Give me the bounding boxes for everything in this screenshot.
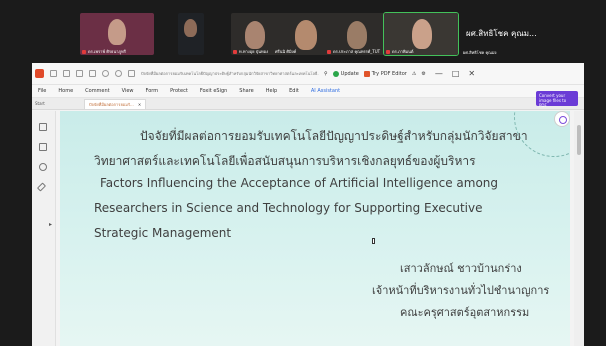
undo-icon[interactable]	[102, 70, 109, 77]
participant-name: ศรีนนิ ศิมิงค์	[275, 49, 297, 54]
document-tab[interactable]: ปัจจัยที่มีผลต่อการยอมรั... ✕	[84, 99, 147, 109]
participant-name-only-tile[interactable]: ผศ.สิทธิโชค คุณม...	[466, 27, 537, 40]
notification-icon[interactable]: ⚠	[412, 71, 416, 77]
document-tab-label: ปัจจัยที่มีผลต่อการยอมรั...	[89, 102, 134, 107]
thai-title-line-1: ปัจจัยที่มีผลต่อการยอมรับเทคโนโลยีปัญญาป…	[140, 129, 528, 143]
foxit-app-icon	[35, 69, 44, 78]
menu-home[interactable]: Home	[58, 88, 73, 94]
author-name: เสาวลักษณ์ ชาวบ้านกร่าง	[400, 262, 522, 275]
english-title-line-3: Strategic Management	[94, 226, 232, 240]
try-pdf-editor-button[interactable]: Try PDF Editor	[363, 70, 407, 77]
vertical-scrollbar[interactable]	[574, 111, 584, 346]
maximize-button[interactable]: □	[452, 69, 460, 78]
english-title-line-1: Factors Influencing the Acceptance of Ar…	[100, 176, 499, 190]
menu-comment[interactable]: Comment	[85, 88, 110, 94]
participant-name: ดร.ประภาส คุณทรรศ์_TUT	[327, 49, 380, 54]
menu-file[interactable]: File	[38, 88, 46, 94]
menu-bar: File Home Comment View Form Protect Foxi…	[32, 85, 584, 98]
start-tab[interactable]: Start	[32, 101, 84, 109]
search-icon[interactable]: ⚲	[324, 71, 328, 77]
document-area: ▸ ปัจจัยที่มีผลต่อการยอมรับเทคโนโลยีปัญญ…	[32, 111, 584, 346]
mic-muted-icon	[386, 50, 390, 54]
menu-edit[interactable]: Edit	[289, 88, 299, 94]
ai-assistant-float-icon[interactable]	[554, 111, 570, 127]
select-tool-icon[interactable]	[128, 70, 135, 77]
pdf-editor-icon	[363, 70, 370, 77]
participant-tile[interactable]: ดร.เพราพ์ ศิรธนาภูทรี	[80, 13, 154, 55]
bookmark-icon[interactable]	[39, 123, 47, 131]
minimize-button[interactable]: —	[435, 69, 443, 78]
mouse-cursor	[372, 238, 375, 244]
pdf-page: ปัจจัยที่มีผลต่อการยอมรับเทคโนโลยีปัญญาป…	[60, 111, 570, 346]
participant-tile[interactable]	[178, 13, 204, 55]
mic-muted-icon	[82, 50, 86, 54]
redo-icon[interactable]	[115, 70, 122, 77]
menu-help[interactable]: Help	[266, 88, 277, 94]
english-title-line-2: Researchers in Science and Technology fo…	[94, 201, 483, 215]
participant-name: ดร.เพราพ์ ศิรธนาภูทรี	[82, 49, 126, 54]
menu-ai-assistant[interactable]: AI Assistant	[311, 88, 340, 94]
document-tab-bar: Start ปัจจัยที่มีผลต่อการยอมรั... ✕	[32, 98, 584, 110]
open-folder-icon[interactable]	[50, 70, 57, 77]
document-title: ปัจจัยที่มีผลต่อการยอมรับเทคโนโลยีปัญญาป…	[141, 71, 319, 76]
update-button[interactable]: Update	[332, 70, 359, 77]
thai-title-line-2: วิทยาศาสตร์และเทคโนโลยีเพื่อสนับสนุนการบ…	[94, 154, 476, 168]
menu-view[interactable]: View	[122, 88, 134, 94]
author-position: เจ้าหน้าที่บริหารงานทั่วไปชำนาญการ	[372, 284, 550, 297]
save-icon[interactable]	[63, 70, 70, 77]
settings-icon[interactable]: ⚙	[421, 71, 425, 77]
convert-to-pdf-banner[interactable]: Convert your image files to PDF	[536, 91, 578, 108]
participant-name: ดร.ภาพิมนต์	[386, 49, 414, 54]
left-navigation-pane: ▸	[32, 111, 56, 346]
menu-foxit-esign[interactable]: Foxit eSign	[200, 88, 227, 94]
layers-icon[interactable]	[39, 163, 47, 171]
author-faculty: คณะครุศาสตร์อุตสาหกรรม	[400, 306, 530, 319]
video-participants-strip: ดร.เพราพ์ ศิรธนาภูทรี ท.ทางอุย ปุ่นทอง ศ…	[0, 0, 606, 62]
menu-form[interactable]: Form	[146, 88, 159, 94]
attachment-icon[interactable]	[36, 182, 47, 192]
participant-name: ท.ทางอุย ปุ่นทอง	[233, 49, 268, 54]
update-icon	[332, 70, 339, 77]
title-bar: ปัจจัยที่มีผลต่อการยอมรับเทคโนโลยีปัญญาป…	[32, 63, 584, 85]
scrollbar-thumb[interactable]	[577, 125, 581, 155]
print-icon[interactable]	[76, 70, 83, 77]
new-doc-icon[interactable]	[89, 70, 96, 77]
expand-pane-icon[interactable]: ▸	[49, 221, 52, 228]
screen: ดร.เพราพ์ ศิรธนาภูทรี ท.ทางอุย ปุ่นทอง ศ…	[0, 0, 606, 346]
pdf-reader-window: ปัจจัยที่มีผลต่อการยอมรับเทคโนโลยีปัญญาป…	[32, 63, 584, 346]
menu-protect[interactable]: Protect	[170, 88, 188, 94]
participant-group-tile[interactable]: ท.ทางอุย ปุ่นทอง ศรีนนิ ศิมิงค์ ดร.ประภา…	[231, 13, 389, 55]
page-thumbnails-icon[interactable]	[39, 143, 47, 151]
menu-share[interactable]: Share	[239, 88, 253, 94]
mic-muted-icon	[327, 50, 331, 54]
participant-name: ผศ.สิทธิโชค คุณม่ง	[463, 50, 497, 55]
close-button[interactable]: ✕	[468, 69, 475, 78]
active-speaker-tile[interactable]: ดร.ภาพิมนต์	[383, 12, 459, 56]
close-tab-icon[interactable]: ✕	[138, 102, 141, 107]
mic-muted-icon	[233, 50, 237, 54]
